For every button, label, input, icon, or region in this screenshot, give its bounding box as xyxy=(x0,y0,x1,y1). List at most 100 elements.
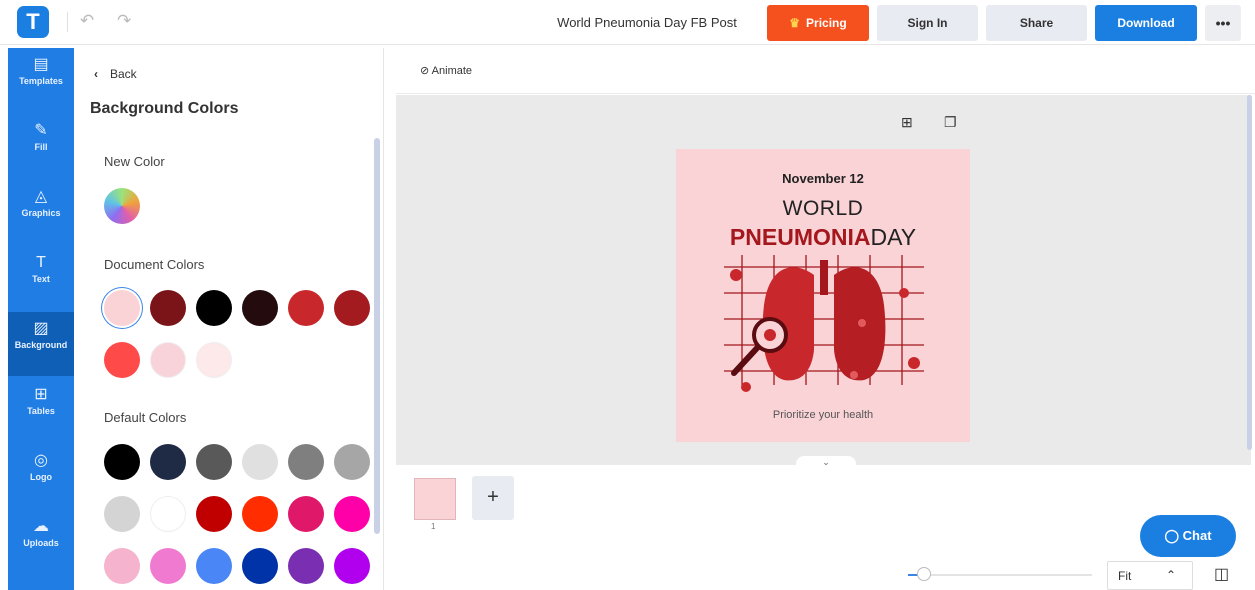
duplicate-page-icon[interactable]: ❐ xyxy=(944,114,957,131)
shapes-icon: ◬ xyxy=(34,188,48,205)
default-color-swatch[interactable] xyxy=(196,548,232,584)
sidebar-item-fill[interactable]: ✎ Fill xyxy=(8,114,74,178)
sidebar-item-background[interactable]: ▨ Background xyxy=(8,312,74,376)
add-page-icon[interactable]: ⊞ xyxy=(901,114,913,131)
pricing-button[interactable]: ♛ Pricing xyxy=(767,5,869,41)
sign-in-button[interactable]: Sign In xyxy=(877,5,978,41)
page-thumbnail[interactable] xyxy=(414,478,456,520)
new-color-picker[interactable] xyxy=(104,188,140,224)
sidebar-item-label: Tables xyxy=(27,406,55,416)
redo-icon[interactable]: ↷ xyxy=(117,11,131,31)
document-color-swatch[interactable] xyxy=(334,290,370,326)
share-button[interactable]: Share xyxy=(986,5,1087,41)
chevron-left-icon: ‹ xyxy=(94,67,98,81)
card-heading-world: WORLD xyxy=(782,197,864,220)
card-heading-bold: PNEUMONIA xyxy=(729,224,871,250)
document-color-swatch[interactable] xyxy=(104,290,140,326)
canvas-scrollbar[interactable] xyxy=(1247,95,1252,450)
default-color-swatch[interactable] xyxy=(334,496,370,532)
document-color-swatch[interactable] xyxy=(150,290,186,326)
canvas-toolbar: ⊘ Animate xyxy=(396,48,1255,94)
download-button[interactable]: Download xyxy=(1095,5,1197,41)
sidebar-item-label: Graphics xyxy=(21,208,61,218)
magnifier-handle xyxy=(731,344,761,376)
cloud-upload-icon: ☁ xyxy=(33,518,49,535)
toolbar-divider xyxy=(67,12,68,32)
default-color-swatch[interactable] xyxy=(104,548,140,584)
default-color-swatch[interactable] xyxy=(288,496,324,532)
default-color-swatch[interactable] xyxy=(150,444,186,480)
animate-icon: ⊘ xyxy=(420,65,432,77)
logo-icon: ◎ xyxy=(34,452,48,469)
design-page[interactable]: November 12 WORLD PNEUMONIADAY Prioritiz… xyxy=(676,149,970,442)
default-color-swatch[interactable] xyxy=(242,444,278,480)
zoom-slider-handle[interactable] xyxy=(917,567,931,581)
zoom-slider[interactable] xyxy=(908,574,1092,576)
default-color-swatch[interactable] xyxy=(196,444,232,480)
background-colors-panel: ‹ Back Background Colors New Color Docume… xyxy=(74,48,384,590)
more-options-button[interactable]: ••• xyxy=(1205,5,1241,41)
default-color-swatch[interactable] xyxy=(334,548,370,584)
sidebar-nav: ▤ Templates ✎ Fill ◬ Graphics T Text ▨ Background… xyxy=(8,48,74,590)
default-color-swatch[interactable] xyxy=(242,548,278,584)
card-date: November 12 xyxy=(782,171,864,186)
virus xyxy=(741,382,751,392)
page-view-icon[interactable]: ◫ xyxy=(1214,564,1229,584)
virus xyxy=(858,319,866,327)
undo-icon[interactable]: ↶ xyxy=(80,11,94,31)
sidebar-item-graphics[interactable]: ◬ Graphics xyxy=(8,180,74,244)
document-color-swatch[interactable] xyxy=(196,290,232,326)
document-color-swatch[interactable] xyxy=(104,342,140,378)
virus xyxy=(730,269,742,281)
default-color-swatch[interactable] xyxy=(334,444,370,480)
sidebar-item-label: Uploads xyxy=(23,538,59,548)
sidebar-item-label: Background xyxy=(14,340,68,350)
sidebar-item-logo[interactable]: ◎ Logo xyxy=(8,444,74,508)
animate-button[interactable]: ⊘ Animate xyxy=(420,64,472,77)
zoom-value: Fit xyxy=(1118,569,1132,583)
sidebar-item-templates[interactable]: ▤ Templates xyxy=(8,48,74,112)
sidebar-item-label: Text xyxy=(32,274,50,284)
default-color-swatch[interactable] xyxy=(150,496,186,532)
background-icon: ▨ xyxy=(33,320,49,337)
new-color-label: New Color xyxy=(104,154,165,169)
sidebar-item-uploads[interactable]: ☁ Uploads xyxy=(8,510,74,574)
document-title[interactable]: World Pneumonia Day FB Post xyxy=(520,15,774,30)
virus xyxy=(908,357,920,369)
sidebar-item-label: Templates xyxy=(19,76,63,86)
document-color-swatch[interactable] xyxy=(242,290,278,326)
animate-label: Animate xyxy=(431,65,473,77)
virus xyxy=(764,329,776,341)
card-heading-day: DAY xyxy=(870,224,917,250)
top-toolbar: T ↶ ↷ World Pneumonia Day FB Post ♛ Prici… xyxy=(0,0,1255,45)
crown-icon: ♛ xyxy=(789,16,801,30)
default-color-swatch[interactable] xyxy=(104,496,140,532)
zoom-select[interactable]: Fit ⌃ xyxy=(1107,561,1193,590)
document-color-swatch[interactable] xyxy=(196,342,232,378)
sidebar-item-label: Logo xyxy=(30,472,52,482)
panel-title: Background Colors xyxy=(90,100,239,117)
default-color-swatch[interactable] xyxy=(104,444,140,480)
pricing-label: Pricing xyxy=(806,16,847,30)
panel-scrollbar[interactable] xyxy=(374,138,380,534)
sidebar-item-tables[interactable]: ⊞ Tables xyxy=(8,378,74,442)
sidebar-item-text[interactable]: T Text xyxy=(8,246,74,310)
default-color-swatch[interactable] xyxy=(196,496,232,532)
default-color-swatch[interactable] xyxy=(288,548,324,584)
back-link[interactable]: ‹ Back xyxy=(94,67,137,81)
chat-button[interactable]: ◯ Chat xyxy=(1140,515,1236,557)
sidebar-item-label: Fill xyxy=(34,142,48,152)
card-heading-pneumonia: PNEUMONIADAY xyxy=(676,224,970,251)
default-color-swatch[interactable] xyxy=(288,444,324,480)
document-color-swatch[interactable] xyxy=(150,342,186,378)
chat-bubble-icon: ◯ xyxy=(1164,528,1183,543)
lungs-illustration xyxy=(724,255,924,392)
app-logo[interactable]: T xyxy=(17,6,49,38)
default-color-swatch[interactable] xyxy=(150,548,186,584)
chevron-up-icon: ⌃ xyxy=(1166,568,1177,582)
document-color-swatch[interactable] xyxy=(288,290,324,326)
templates-icon: ▤ xyxy=(33,56,49,73)
default-color-swatch[interactable] xyxy=(242,496,278,532)
page-number: 1 xyxy=(431,522,436,531)
add-page-button[interactable]: + xyxy=(472,476,514,520)
